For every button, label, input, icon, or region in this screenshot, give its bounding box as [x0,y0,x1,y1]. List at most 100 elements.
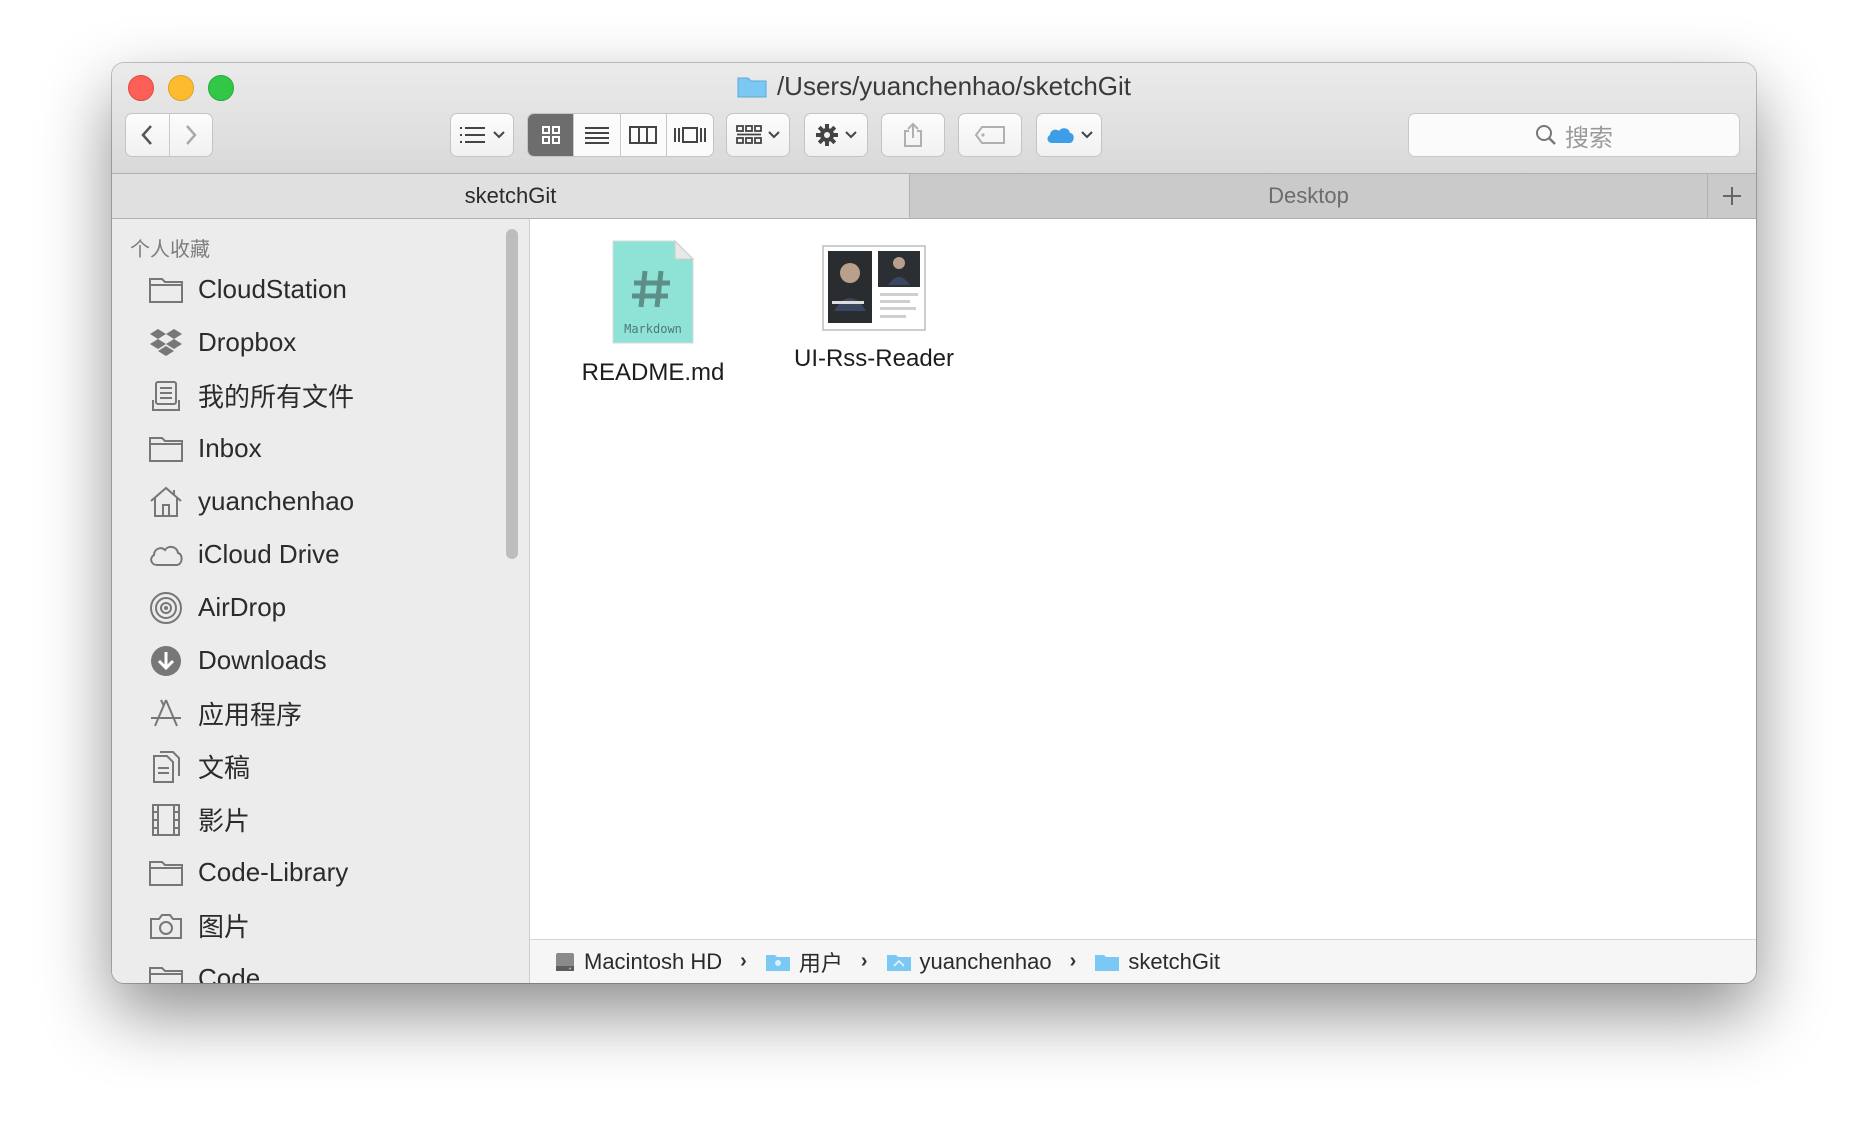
path-crumb-macintosh-hd[interactable]: Macintosh HD [554,949,722,975]
icon-view-button[interactable] [528,114,575,156]
chevron-down-icon [493,131,505,139]
arrange-menu-button[interactable] [450,113,514,157]
hard-drive-icon [556,952,574,971]
share-button[interactable] [881,113,945,157]
cover-flow-view-button[interactable] [667,114,713,156]
sidebar-item-inbox[interactable]: Inbox [112,422,529,475]
gear-icon [816,124,838,146]
sidebar-item-label: Dropbox [198,327,297,357]
folder-icon [146,855,186,891]
column-view-button[interactable] [621,114,667,156]
sidebar-item-label: 应用程序 [198,700,303,730]
markdown-file-icon: Markdown [612,239,695,344]
sidebar-item-all-my-files[interactable]: 我的所有文件 [112,369,529,422]
sidebar-item-home[interactable]: yuanchenhao [112,475,529,528]
tag-icon [974,126,1005,144]
path-crumb-home[interactable]: yuanchenhao [886,949,1052,975]
list-view-button[interactable] [574,114,621,156]
tab-sketchgit[interactable]: sketchGit [112,174,910,218]
folder-icon [146,961,186,983]
downloads-icon [146,643,186,679]
home-folder-icon [886,954,911,971]
sidebar-item-dropbox[interactable]: Dropbox [112,316,529,369]
sidebar-item-airdrop[interactable]: AirDrop [112,581,529,634]
finder-window: /Users/yuanchenhao/sketchGit 搜索 sketchGi… [112,63,1756,983]
folder-icon [1095,954,1120,971]
tags-button[interactable] [958,113,1022,157]
path-crumb-sketchgit[interactable]: sketchGit [1094,949,1220,975]
users-folder-icon [765,954,790,971]
columns-icon [629,126,658,144]
sketch-document-thumbnail-icon [822,245,926,331]
sidebar-item-label: Downloads [198,645,327,675]
sidebar-item-applications[interactable]: 应用程序 [112,687,529,740]
titlebar: /Users/yuanchenhao/sketchGit 搜索 [112,63,1756,173]
plus-icon [1723,187,1741,205]
home-icon [146,484,186,520]
tab-desktop[interactable]: Desktop [910,174,1708,218]
sidebar-item-label: CloudStation [198,274,347,304]
path-separator-icon: › [740,950,747,972]
crumb-label: Macintosh HD [584,948,723,974]
window-title: /Users/yuanchenhao/sketchGit [776,70,1132,101]
airdrop-icon [146,590,186,626]
nav-buttons [125,113,213,157]
group-menu-button[interactable] [726,113,790,157]
path-crumb-users[interactable]: 用户 [765,946,843,978]
icloud-icon [1047,128,1074,143]
sidebar-item-downloads[interactable]: Downloads [112,634,529,687]
forward-button[interactable] [170,114,213,156]
back-button[interactable] [126,114,170,156]
sidebar-item-label: AirDrop [198,592,287,622]
sidebar-item-movies[interactable]: 影片 [112,793,529,846]
icloud-menu-button[interactable] [1036,113,1102,157]
documents-icon [146,749,186,785]
sidebar-item-code-library[interactable]: Code-Library [112,846,529,899]
list-arrange-icon [460,127,485,143]
sidebar-list: CloudStation Dropbox 我的所有文件 Inbox yuanch… [112,263,529,983]
file-item-ui-rss-reader[interactable]: UI-Rss-Reader [784,245,964,373]
path-separator-icon: › [1069,950,1077,972]
folder-icon [737,77,767,98]
search-placeholder: 搜索 [1565,124,1613,152]
action-menu-button[interactable] [804,113,868,157]
sidebar-section-favorites: 个人收藏 [130,239,210,261]
cover-flow-icon [673,127,706,143]
sidebar-item-pictures[interactable]: 图片 [112,899,529,952]
sidebar-item-documents[interactable]: 文稿 [112,740,529,793]
file-name: UI-Rss-Reader [793,345,955,372]
sidebar-item-code[interactable]: Code [112,952,529,983]
view-mode-segmented [527,113,714,157]
camera-icon [146,908,186,944]
tab-bar: sketchGit Desktop [112,173,1756,219]
sidebar-item-label: 图片 [198,912,251,942]
sidebar-item-label: 我的所有文件 [198,382,355,412]
tab-label: sketchGit [464,183,557,208]
list-icon [584,127,609,144]
chevron-down-icon [768,131,780,139]
markdown-icon-text: Markdown [624,322,682,336]
chevron-down-icon [1081,131,1093,139]
movies-icon [146,802,186,838]
sidebar: 个人收藏 CloudStation Dropbox 我的所有文件 Inbox y… [112,219,530,983]
sidebar-item-label: Code [198,963,261,983]
folder-icon [146,431,186,467]
chevron-left-icon [141,125,153,145]
sidebar-item-label: Inbox [198,433,262,463]
search-icon [1536,125,1556,145]
folder-icon [146,272,186,308]
sidebar-item-cloudstation[interactable]: CloudStation [112,263,529,316]
group-icon [736,125,762,144]
crumb-label: yuanchenhao [919,948,1052,974]
all-files-icon [146,378,186,414]
window-title-area: /Users/yuanchenhao/sketchGit [112,69,1756,103]
sidebar-item-label: Code-Library [198,857,349,887]
new-tab-button[interactable] [1708,174,1756,218]
file-item-readme[interactable]: Markdown README.md [582,239,724,387]
search-field[interactable]: 搜索 [1408,113,1740,157]
file-browser-area[interactable]: Markdown README.md UI-Rss-Reader [530,219,1756,939]
path-bar: Macintosh HD › 用户 › yuanchenhao › sketch… [530,939,1756,983]
dropbox-icon [146,325,186,361]
tab-label: Desktop [1268,183,1349,208]
sidebar-item-icloud-drive[interactable]: iCloud Drive [112,528,529,581]
